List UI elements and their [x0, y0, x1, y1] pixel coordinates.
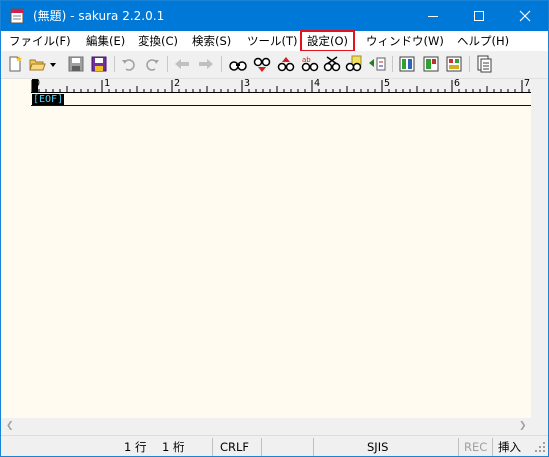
menu-convert[interactable]: 変換(C) — [138, 32, 178, 50]
minimize-button[interactable] — [410, 1, 456, 31]
status-line: 1 行 — [124, 440, 147, 454]
undo-button[interactable] — [120, 55, 138, 73]
compare-button[interactable] — [368, 55, 386, 73]
jump-back-button[interactable] — [173, 55, 191, 73]
jump-back-icon — [175, 59, 189, 69]
outline-icon — [399, 56, 415, 72]
jump-forward-button[interactable] — [197, 55, 215, 73]
search-next-icon — [253, 57, 271, 72]
ruler-label: 5 — [384, 78, 391, 89]
status-encoding[interactable]: SJIS — [367, 439, 388, 455]
horizontal-scrollbar[interactable]: ❮ ❯ — [1, 418, 531, 435]
title-bar[interactable]: (無題) - sakura 2.2.0.1 — [1, 1, 548, 31]
status-separator — [458, 438, 459, 456]
replace-icon: ab — [301, 56, 319, 72]
toolbar-separator — [469, 56, 470, 72]
vertical-scrollbar[interactable] — [531, 79, 548, 418]
minimize-icon — [428, 16, 438, 17]
close-button[interactable] — [502, 1, 548, 31]
ruler-label: 4 — [314, 78, 321, 89]
line-number-gutter — [1, 93, 31, 418]
app-window: (無題) - sakura 2.2.0.1 ファイル(F) 編集(E) 変換(C… — [0, 0, 549, 457]
open-folder-button[interactable] — [28, 55, 46, 73]
open-folder-icon — [29, 59, 46, 71]
status-column: 1 桁 — [162, 440, 185, 454]
eof-marker: [EOF] — [32, 94, 65, 105]
window-title: (無題) - sakura 2.2.0.1 — [33, 9, 165, 23]
cursor-underline — [31, 105, 531, 106]
search-prev-button[interactable] — [277, 55, 295, 73]
status-bar: 1 行 1 桁 CRLF SJIS REC 挿入 — [1, 435, 548, 456]
jump-forward-icon — [199, 59, 213, 69]
menu-bar: ファイル(F) 編集(E) 変換(C) 検索(S) ツール(T) 設定(O) ウ… — [1, 30, 548, 52]
maximize-icon — [474, 11, 484, 21]
editor-area[interactable]: 0 1 2 3 4 5 6 7 [EOF] — [1, 78, 531, 418]
close-icon — [519, 10, 531, 22]
status-insert-mode[interactable]: 挿入 — [498, 439, 521, 455]
redo-icon — [146, 59, 159, 71]
status-separator — [212, 438, 213, 456]
save-icon — [68, 56, 84, 72]
undo-icon — [122, 59, 135, 71]
menu-window[interactable]: ウィンドウ(W) — [366, 32, 444, 50]
toolbar-separator — [392, 56, 393, 72]
print-button[interactable] — [475, 55, 493, 73]
print-icon — [477, 55, 492, 73]
dropdown-arrow-icon — [50, 63, 56, 67]
search-icon — [229, 61, 247, 71]
menu-help[interactable]: ヘルプ(H) — [457, 32, 509, 50]
function-list-button[interactable] — [445, 55, 463, 73]
save-all-icon — [91, 56, 107, 72]
status-newline[interactable]: CRLF — [220, 439, 249, 455]
menu-tool[interactable]: ツール(T) — [247, 32, 298, 50]
menu-edit[interactable]: 編集(E) — [86, 32, 125, 50]
grep-button[interactable] — [345, 55, 363, 73]
ruler-label: 1 — [104, 78, 111, 89]
status-separator — [261, 438, 262, 456]
new-file-button[interactable] — [6, 55, 24, 73]
scroll-right-icon[interactable]: ❯ — [519, 418, 527, 435]
search-clear-icon — [323, 56, 341, 72]
menu-settings[interactable]: 設定(O) — [299, 30, 356, 52]
new-file-icon — [9, 56, 22, 72]
scroll-left-icon[interactable]: ❮ — [6, 418, 14, 435]
app-icon — [10, 8, 24, 24]
status-rec: REC — [464, 440, 488, 454]
redo-button[interactable] — [143, 55, 161, 73]
column-ruler: 0 1 2 3 4 5 6 7 — [31, 78, 531, 93]
search-clear-button[interactable] — [323, 55, 341, 73]
status-separator — [313, 438, 314, 456]
toolbar-separator — [114, 56, 115, 72]
save-all-button[interactable] — [90, 55, 108, 73]
search-prev-icon — [277, 57, 295, 72]
search-button[interactable] — [229, 55, 247, 73]
status-separator — [492, 438, 493, 456]
rectangle-select-button[interactable] — [422, 55, 440, 73]
maximize-button[interactable] — [456, 1, 502, 31]
ruler-label: 2 — [174, 78, 181, 89]
menu-file[interactable]: ファイル(F) — [9, 32, 71, 50]
ruler-label: 6 — [454, 78, 461, 89]
replace-button[interactable]: ab — [301, 55, 319, 73]
scrollbar-corner — [531, 418, 548, 435]
search-next-button[interactable] — [253, 55, 271, 73]
grep-icon — [345, 55, 362, 72]
toolbar: ab — [1, 51, 548, 79]
resize-grip-icon[interactable] — [534, 441, 546, 453]
ruler-label: 0 — [34, 78, 41, 89]
toolbar-separator — [221, 56, 222, 72]
toolbar-separator — [167, 56, 168, 72]
compare-icon — [369, 57, 386, 71]
outline-button[interactable] — [398, 55, 416, 73]
ruler-label: 3 — [244, 78, 251, 89]
menu-search[interactable]: 検索(S) — [192, 32, 231, 50]
ruler-label: 7 — [524, 78, 531, 89]
function-list-icon — [446, 56, 462, 72]
open-dropdown-button[interactable] — [48, 55, 58, 73]
save-button[interactable] — [67, 55, 85, 73]
rectangle-select-icon — [423, 56, 439, 72]
